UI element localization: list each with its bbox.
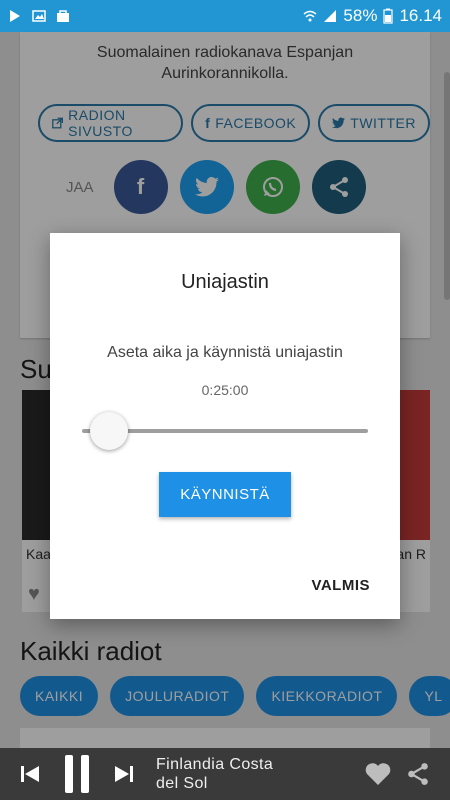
heart-icon[interactable] [364,762,392,786]
signal-icon [324,10,337,22]
skip-next-icon [115,766,133,782]
clock: 16.14 [399,6,442,25]
start-timer-button[interactable]: KÄYNNISTÄ [159,472,291,517]
image-icon [32,10,46,22]
pause-icon [65,755,89,793]
bag-icon [57,10,69,22]
battery-percent: 58% [343,6,378,25]
dialog-subtitle: Aseta aika ja käynnistä uniajastin [107,344,343,361]
wifi-icon [303,10,317,22]
previous-button[interactable] [20,765,40,783]
done-button[interactable]: VALMIS [311,577,370,594]
player-bar: Finlandia Costa del Sol [0,748,450,800]
timer-slider-thumb[interactable] [90,412,128,450]
timer-value: 0:25:00 [201,382,249,398]
status-bar: 58% 16.14 [0,0,450,32]
share-icon[interactable] [406,762,430,786]
now-playing-station[interactable]: Finlandia Costa del Sol [156,755,316,793]
pause-button[interactable] [64,754,90,794]
skip-previous-icon [21,766,39,782]
sleep-timer-dialog: Uniajastin Aseta aika ja käynnistä uniaj… [50,233,400,619]
battery-icon [383,8,394,24]
next-button[interactable] [114,765,134,783]
dialog-title: Uniajastin [181,271,269,293]
play-icon [10,10,20,22]
